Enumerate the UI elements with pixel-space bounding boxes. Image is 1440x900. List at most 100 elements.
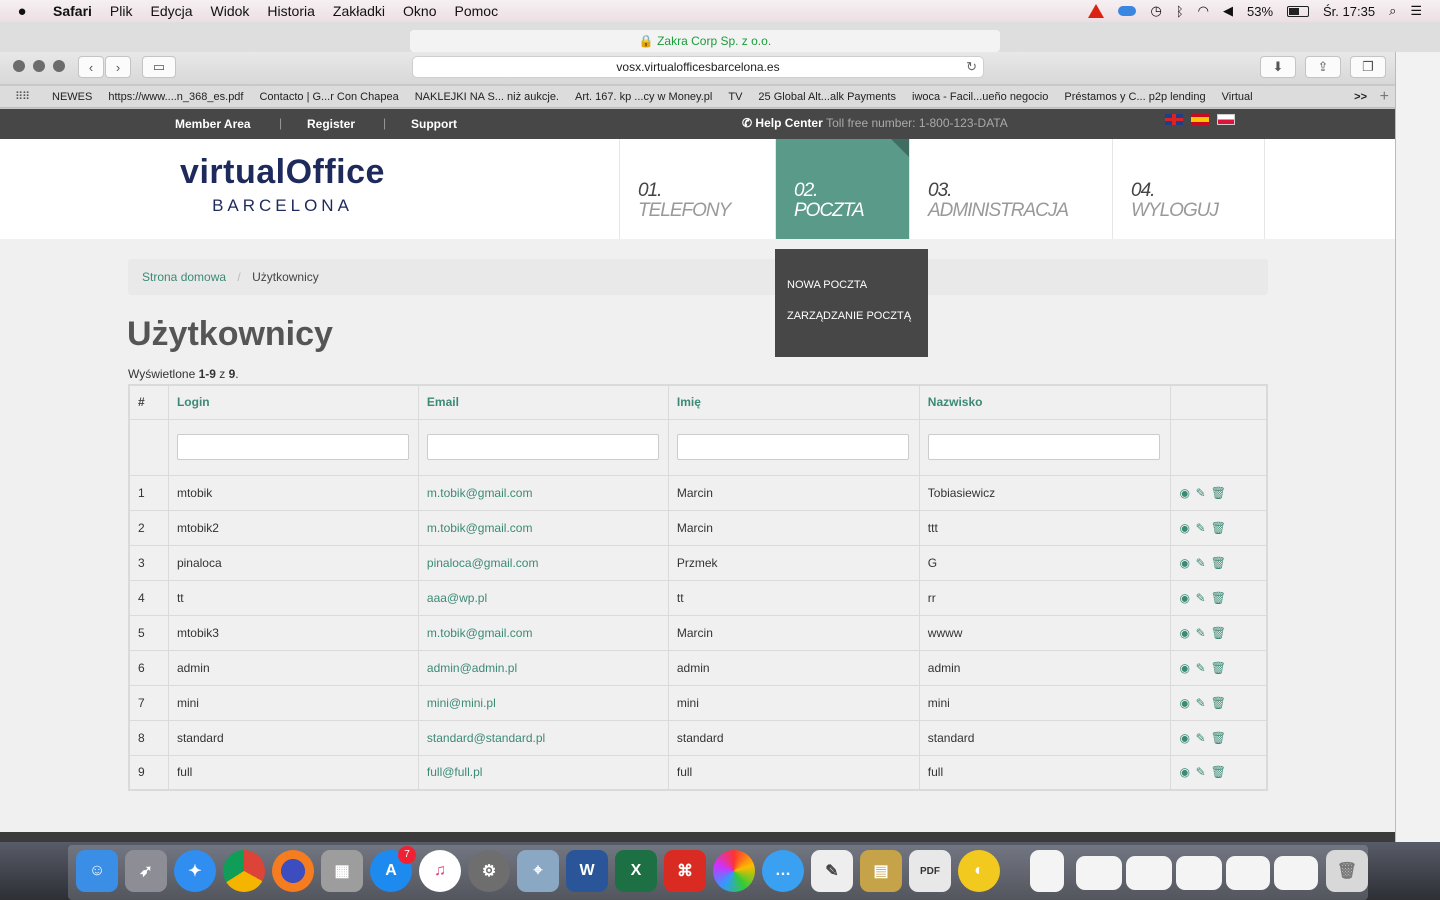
pencil-icon[interactable]: ✎ — [1195, 731, 1207, 745]
pencil-icon[interactable]: ✎ — [1195, 696, 1207, 710]
firefox-icon[interactable] — [272, 850, 314, 892]
trash-icon[interactable]: 🗑 — [1211, 696, 1226, 710]
flag-uk-icon[interactable] — [1165, 114, 1183, 125]
nav-wyloguj[interactable]: 04. WYLOGUJ — [1112, 139, 1265, 239]
menu-item-nowa-poczta[interactable]: NOWA POCZTA — [787, 279, 928, 291]
minimized-window-thumbnail[interactable] — [1176, 856, 1222, 890]
itunes-icon[interactable]: ♫ — [419, 850, 461, 892]
pdf-editor-icon[interactable]: PDF — [909, 850, 951, 892]
minimize-window-button[interactable] — [33, 60, 45, 72]
column-header-login[interactable]: Login — [167, 384, 419, 420]
column-header-first-name[interactable]: Imię — [667, 384, 920, 420]
bookmark-item[interactable]: iwoca - Facil...ueño negocio — [904, 91, 1056, 103]
eye-icon[interactable]: ◉ — [1179, 731, 1191, 745]
trash-icon[interactable]: 🗑 — [1211, 661, 1226, 675]
bookmark-item[interactable]: NEWES — [44, 91, 100, 103]
register-link[interactable]: Register — [307, 117, 355, 131]
pencil-icon[interactable]: ✎ — [1195, 556, 1207, 570]
trash-icon[interactable]: 🗑 — [1211, 591, 1226, 605]
chrome-icon[interactable] — [223, 850, 265, 892]
support-link[interactable]: Support — [411, 117, 457, 131]
nav-poczta[interactable]: 02. POCZTA — [775, 139, 909, 239]
pencil-icon[interactable]: ✎ — [1195, 591, 1207, 605]
share-button[interactable]: ⇪ — [1305, 56, 1341, 78]
launchpad-icon[interactable]: ➶ — [125, 850, 167, 892]
email-cell[interactable]: full@full.pl — [417, 754, 669, 791]
menu-history[interactable]: Historia — [258, 3, 323, 19]
breadcrumb-home-link[interactable]: Strona domowa — [142, 270, 226, 284]
eye-icon[interactable]: ◉ — [1179, 521, 1191, 535]
acrobat-icon[interactable]: ⌘ — [664, 850, 706, 892]
cloud-icon[interactable] — [1118, 6, 1137, 16]
archive-utility-icon[interactable]: ▤ — [860, 850, 902, 892]
tabs-overview-button[interactable]: ❐ — [1350, 56, 1386, 78]
trash-icon[interactable]: 🗑 — [1211, 556, 1226, 570]
eye-icon[interactable]: ◉ — [1179, 486, 1191, 500]
trash-icon[interactable]: 🗑 — [1211, 626, 1226, 640]
document-thumbnail[interactable] — [1030, 850, 1064, 892]
trash-icon[interactable]: 🗑 — [1211, 731, 1226, 745]
bookmark-item[interactable]: https://www....n_368_es.pdf — [100, 91, 251, 103]
menu-window[interactable]: Okno — [394, 3, 445, 19]
menu-help[interactable]: Pomoc — [446, 3, 508, 19]
bookmark-item[interactable]: Virtual — [1214, 91, 1261, 103]
photos-icon[interactable] — [713, 850, 755, 892]
minimized-window-thumbnail[interactable] — [1076, 856, 1122, 890]
email-cell[interactable]: m.tobik@gmail.com — [417, 614, 669, 651]
bookmark-item[interactable]: Préstamos y C... p2p lending — [1056, 91, 1213, 103]
pencil-icon[interactable]: ✎ — [1195, 626, 1207, 640]
email-cell[interactable]: aaa@wp.pl — [417, 579, 669, 616]
menu-bookmarks[interactable]: Zakładki — [324, 3, 394, 19]
email-cell[interactable]: standard@standard.pl — [417, 719, 669, 756]
new-tab-plus-icon[interactable]: + — [1380, 88, 1389, 106]
nav-administracja[interactable]: 03. ADMINISTRACJA — [909, 139, 1112, 239]
minimized-window-thumbnail[interactable] — [1274, 856, 1318, 890]
pencil-icon[interactable]: ✎ — [1195, 486, 1207, 500]
menu-app-name[interactable]: Safari — [44, 3, 101, 19]
first-name-filter-input[interactable] — [676, 434, 909, 460]
bookmark-item[interactable]: Art. 167. kp ...cy w Money.pl — [567, 91, 720, 103]
forward-button[interactable]: › — [105, 56, 131, 78]
textedit-icon[interactable]: ✎ — [811, 850, 853, 892]
top-sites-icon[interactable]: ⠿⠿ — [0, 90, 44, 103]
pencil-icon[interactable]: ✎ — [1195, 661, 1207, 675]
network-utility-icon[interactable]: ⌖ — [517, 850, 559, 892]
menu-item-zarzadzanie-poczta[interactable]: ZARZĄDZANIE POCZTĄ — [787, 310, 928, 322]
column-header-email[interactable]: Email — [417, 384, 669, 420]
bookmarks-overflow-button[interactable]: >> — [1354, 91, 1367, 103]
bookmark-item[interactable]: NAKLEJKI NA S... niż aukcje. — [407, 91, 567, 103]
downloads-button[interactable]: ⬇ — [1260, 56, 1296, 78]
address-bar[interactable]: vosx.virtualofficesbarcelona.es ↻ — [412, 56, 984, 78]
site-logo[interactable]: virtualOffice BARCELONA — [160, 153, 405, 216]
menu-view[interactable]: Widok — [202, 3, 259, 19]
column-header-last-name[interactable]: Nazwisko — [918, 384, 1171, 420]
menu-file[interactable]: Plik — [101, 3, 142, 19]
cyberduck-icon[interactable]: ◐ — [958, 850, 1000, 892]
email-cell[interactable]: mini@mini.pl — [417, 684, 669, 721]
pencil-icon[interactable]: ✎ — [1195, 765, 1207, 779]
messages-icon[interactable]: … — [762, 850, 804, 892]
back-button[interactable]: ‹ — [78, 56, 104, 78]
bookmark-item[interactable]: TV — [720, 91, 750, 103]
email-cell[interactable]: m.tobik@gmail.com — [417, 509, 669, 546]
email-cell[interactable]: admin@admin.pl — [417, 649, 669, 686]
login-filter-input[interactable] — [176, 434, 409, 460]
eye-icon[interactable]: ◉ — [1179, 765, 1191, 779]
bluetooth-icon[interactable]: ᛒ — [1176, 4, 1184, 19]
reload-icon[interactable]: ↻ — [966, 57, 977, 77]
last-name-filter-input[interactable] — [927, 434, 1160, 460]
time-machine-icon[interactable]: ◷ — [1150, 3, 1161, 19]
flag-pl-icon[interactable] — [1217, 114, 1235, 125]
eye-icon[interactable]: ◉ — [1179, 696, 1191, 710]
trash-icon[interactable]: 🗑 — [1211, 486, 1226, 500]
calculator-icon[interactable]: ▦ — [321, 850, 363, 892]
warning-icon[interactable] — [1088, 4, 1105, 18]
apple-menu-icon[interactable]: ● — [0, 3, 44, 20]
finder-icon[interactable]: ☺ — [76, 850, 118, 892]
system-preferences-icon[interactable]: ⚙ — [468, 850, 510, 892]
trash-icon[interactable]: 🗑 — [1211, 521, 1226, 535]
word-icon[interactable]: W — [566, 850, 608, 892]
bookmark-item[interactable]: 25 Global Alt...alk Payments — [750, 91, 904, 103]
nav-telefony[interactable]: 01. TELEFONY — [619, 139, 775, 239]
sidebar-button[interactable]: ▭ — [142, 56, 176, 78]
